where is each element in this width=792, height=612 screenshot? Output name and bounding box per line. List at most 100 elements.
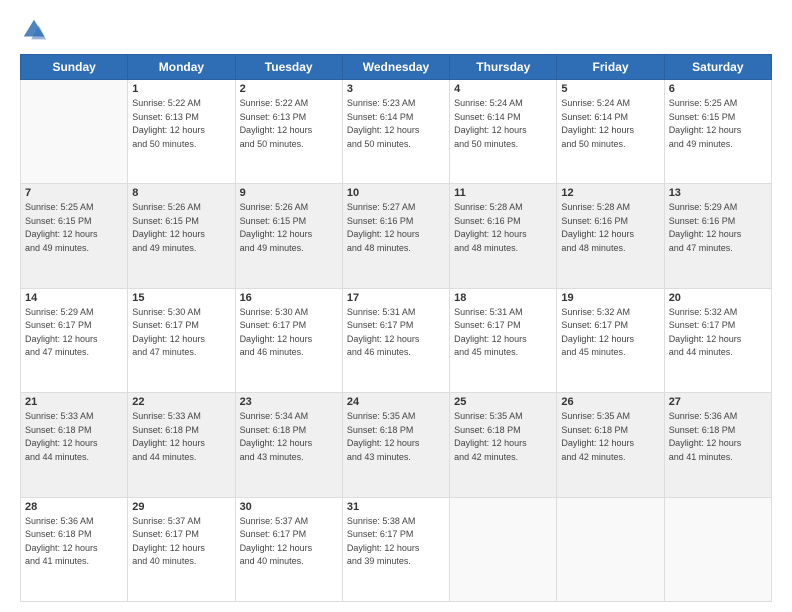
day-info: Sunrise: 5:33 AM Sunset: 6:18 PM Dayligh… <box>132 410 230 464</box>
day-info: Sunrise: 5:35 AM Sunset: 6:18 PM Dayligh… <box>454 410 552 464</box>
day-info: Sunrise: 5:32 AM Sunset: 6:17 PM Dayligh… <box>669 306 767 360</box>
calendar-week-row: 28 Sunrise: 5:36 AM Sunset: 6:18 PM Dayli… <box>21 497 772 601</box>
calendar-cell: 8 Sunrise: 5:26 AM Sunset: 6:15 PM Daylig… <box>128 184 235 288</box>
calendar-cell: 1 Sunrise: 5:22 AM Sunset: 6:13 PM Daylig… <box>128 80 235 184</box>
day-number: 1 <box>132 83 230 95</box>
day-info: Sunrise: 5:33 AM Sunset: 6:18 PM Dayligh… <box>25 410 123 464</box>
day-number: 26 <box>561 396 659 408</box>
day-number: 6 <box>669 83 767 95</box>
calendar-cell: 31 Sunrise: 5:38 AM Sunset: 6:17 PM Dayli… <box>342 497 449 601</box>
calendar-cell: 27Sunrise: 5:36 AM Sunset: 6:18 PM Dayli… <box>664 393 771 497</box>
day-info: Sunrise: 5:30 AM Sunset: 6:17 PM Dayligh… <box>132 306 230 360</box>
day-number: 24 <box>347 396 445 408</box>
calendar-cell: 13Sunrise: 5:29 AM Sunset: 6:16 PM Dayli… <box>664 184 771 288</box>
day-info: Sunrise: 5:23 AM Sunset: 6:14 PM Dayligh… <box>347 97 445 151</box>
calendar-cell: 26 Sunrise: 5:35 AM Sunset: 6:18 PM Dayli… <box>557 393 664 497</box>
day-number: 12 <box>561 187 659 199</box>
calendar-cell: 12 Sunrise: 5:28 AM Sunset: 6:16 PM Dayli… <box>557 184 664 288</box>
calendar-cell <box>450 497 557 601</box>
day-info: Sunrise: 5:22 AM Sunset: 6:13 PM Dayligh… <box>240 97 338 151</box>
day-number: 22 <box>132 396 230 408</box>
day-number: 19 <box>561 292 659 304</box>
day-number: 2 <box>240 83 338 95</box>
day-info: Sunrise: 5:38 AM Sunset: 6:17 PM Dayligh… <box>347 515 445 569</box>
calendar-cell: 28 Sunrise: 5:36 AM Sunset: 6:18 PM Dayli… <box>21 497 128 601</box>
day-info: Sunrise: 5:36 AM Sunset: 6:18 PM Dayligh… <box>25 515 123 569</box>
calendar-cell: 29 Sunrise: 5:37 AM Sunset: 6:17 PM Dayli… <box>128 497 235 601</box>
calendar-cell: 4 Sunrise: 5:24 AM Sunset: 6:14 PM Daylig… <box>450 80 557 184</box>
calendar-cell: 24 Sunrise: 5:35 AM Sunset: 6:18 PM Dayli… <box>342 393 449 497</box>
logo <box>20 16 52 44</box>
calendar-cell: 16Sunrise: 5:30 AM Sunset: 6:17 PM Dayli… <box>235 288 342 392</box>
day-number: 4 <box>454 83 552 95</box>
day-number: 23 <box>240 396 338 408</box>
day-number: 31 <box>347 501 445 513</box>
day-info: Sunrise: 5:31 AM Sunset: 6:17 PM Dayligh… <box>454 306 552 360</box>
day-number: 30 <box>240 501 338 513</box>
calendar-cell: 5 Sunrise: 5:24 AM Sunset: 6:14 PM Daylig… <box>557 80 664 184</box>
day-info: Sunrise: 5:34 AM Sunset: 6:18 PM Dayligh… <box>240 410 338 464</box>
day-number: 29 <box>132 501 230 513</box>
day-number: 18 <box>454 292 552 304</box>
calendar-cell: 30 Sunrise: 5:37 AM Sunset: 6:17 PM Dayli… <box>235 497 342 601</box>
calendar-cell <box>21 80 128 184</box>
calendar-header-sunday: Sunday <box>21 55 128 80</box>
day-number: 15 <box>132 292 230 304</box>
day-info: Sunrise: 5:29 AM Sunset: 6:17 PM Dayligh… <box>25 306 123 360</box>
day-info: Sunrise: 5:22 AM Sunset: 6:13 PM Dayligh… <box>132 97 230 151</box>
day-info: Sunrise: 5:25 AM Sunset: 6:15 PM Dayligh… <box>669 97 767 151</box>
calendar-cell: 14 Sunrise: 5:29 AM Sunset: 6:17 PM Dayli… <box>21 288 128 392</box>
calendar-header-tuesday: Tuesday <box>235 55 342 80</box>
day-number: 28 <box>25 501 123 513</box>
calendar-week-row: 7Sunrise: 5:25 AM Sunset: 6:15 PM Daylig… <box>21 184 772 288</box>
calendar-cell: 19 Sunrise: 5:32 AM Sunset: 6:17 PM Dayli… <box>557 288 664 392</box>
day-info: Sunrise: 5:35 AM Sunset: 6:18 PM Dayligh… <box>561 410 659 464</box>
day-number: 3 <box>347 83 445 95</box>
day-info: Sunrise: 5:28 AM Sunset: 6:16 PM Dayligh… <box>454 201 552 255</box>
logo-icon <box>20 16 48 44</box>
day-number: 11 <box>454 187 552 199</box>
calendar-week-row: 21 Sunrise: 5:33 AM Sunset: 6:18 PM Dayli… <box>21 393 772 497</box>
calendar-header-wednesday: Wednesday <box>342 55 449 80</box>
day-info: Sunrise: 5:24 AM Sunset: 6:14 PM Dayligh… <box>561 97 659 151</box>
day-number: 17 <box>347 292 445 304</box>
calendar-week-row: 1 Sunrise: 5:22 AM Sunset: 6:13 PM Daylig… <box>21 80 772 184</box>
day-number: 21 <box>25 396 123 408</box>
calendar-header-saturday: Saturday <box>664 55 771 80</box>
calendar-cell: 15 Sunrise: 5:30 AM Sunset: 6:17 PM Dayli… <box>128 288 235 392</box>
calendar-table: SundayMondayTuesdayWednesdayThursdayFrid… <box>20 54 772 602</box>
calendar-cell: 2 Sunrise: 5:22 AM Sunset: 6:13 PM Daylig… <box>235 80 342 184</box>
day-number: 10 <box>347 187 445 199</box>
day-info: Sunrise: 5:36 AM Sunset: 6:18 PM Dayligh… <box>669 410 767 464</box>
calendar-header-thursday: Thursday <box>450 55 557 80</box>
day-info: Sunrise: 5:37 AM Sunset: 6:17 PM Dayligh… <box>240 515 338 569</box>
day-number: 14 <box>25 292 123 304</box>
day-number: 5 <box>561 83 659 95</box>
calendar-cell <box>557 497 664 601</box>
day-info: Sunrise: 5:29 AM Sunset: 6:16 PM Dayligh… <box>669 201 767 255</box>
day-info: Sunrise: 5:27 AM Sunset: 6:16 PM Dayligh… <box>347 201 445 255</box>
calendar-cell: 11 Sunrise: 5:28 AM Sunset: 6:16 PM Dayli… <box>450 184 557 288</box>
calendar-cell: 17 Sunrise: 5:31 AM Sunset: 6:17 PM Dayli… <box>342 288 449 392</box>
day-info: Sunrise: 5:35 AM Sunset: 6:18 PM Dayligh… <box>347 410 445 464</box>
calendar-cell: 10 Sunrise: 5:27 AM Sunset: 6:16 PM Dayli… <box>342 184 449 288</box>
calendar-week-row: 14 Sunrise: 5:29 AM Sunset: 6:17 PM Dayli… <box>21 288 772 392</box>
calendar-cell: 18 Sunrise: 5:31 AM Sunset: 6:17 PM Dayli… <box>450 288 557 392</box>
day-info: Sunrise: 5:24 AM Sunset: 6:14 PM Dayligh… <box>454 97 552 151</box>
calendar-cell: 7Sunrise: 5:25 AM Sunset: 6:15 PM Daylig… <box>21 184 128 288</box>
day-number: 20 <box>669 292 767 304</box>
calendar-header-monday: Monday <box>128 55 235 80</box>
day-info: Sunrise: 5:26 AM Sunset: 6:15 PM Dayligh… <box>240 201 338 255</box>
day-info: Sunrise: 5:32 AM Sunset: 6:17 PM Dayligh… <box>561 306 659 360</box>
day-info: Sunrise: 5:37 AM Sunset: 6:17 PM Dayligh… <box>132 515 230 569</box>
day-info: Sunrise: 5:25 AM Sunset: 6:15 PM Dayligh… <box>25 201 123 255</box>
day-info: Sunrise: 5:26 AM Sunset: 6:15 PM Dayligh… <box>132 201 230 255</box>
calendar-header-friday: Friday <box>557 55 664 80</box>
day-number: 9 <box>240 187 338 199</box>
calendar-cell: 20 Sunrise: 5:32 AM Sunset: 6:17 PM Dayli… <box>664 288 771 392</box>
calendar-cell: 6 Sunrise: 5:25 AM Sunset: 6:15 PM Daylig… <box>664 80 771 184</box>
day-number: 8 <box>132 187 230 199</box>
day-info: Sunrise: 5:31 AM Sunset: 6:17 PM Dayligh… <box>347 306 445 360</box>
day-info: Sunrise: 5:28 AM Sunset: 6:16 PM Dayligh… <box>561 201 659 255</box>
day-number: 16 <box>240 292 338 304</box>
